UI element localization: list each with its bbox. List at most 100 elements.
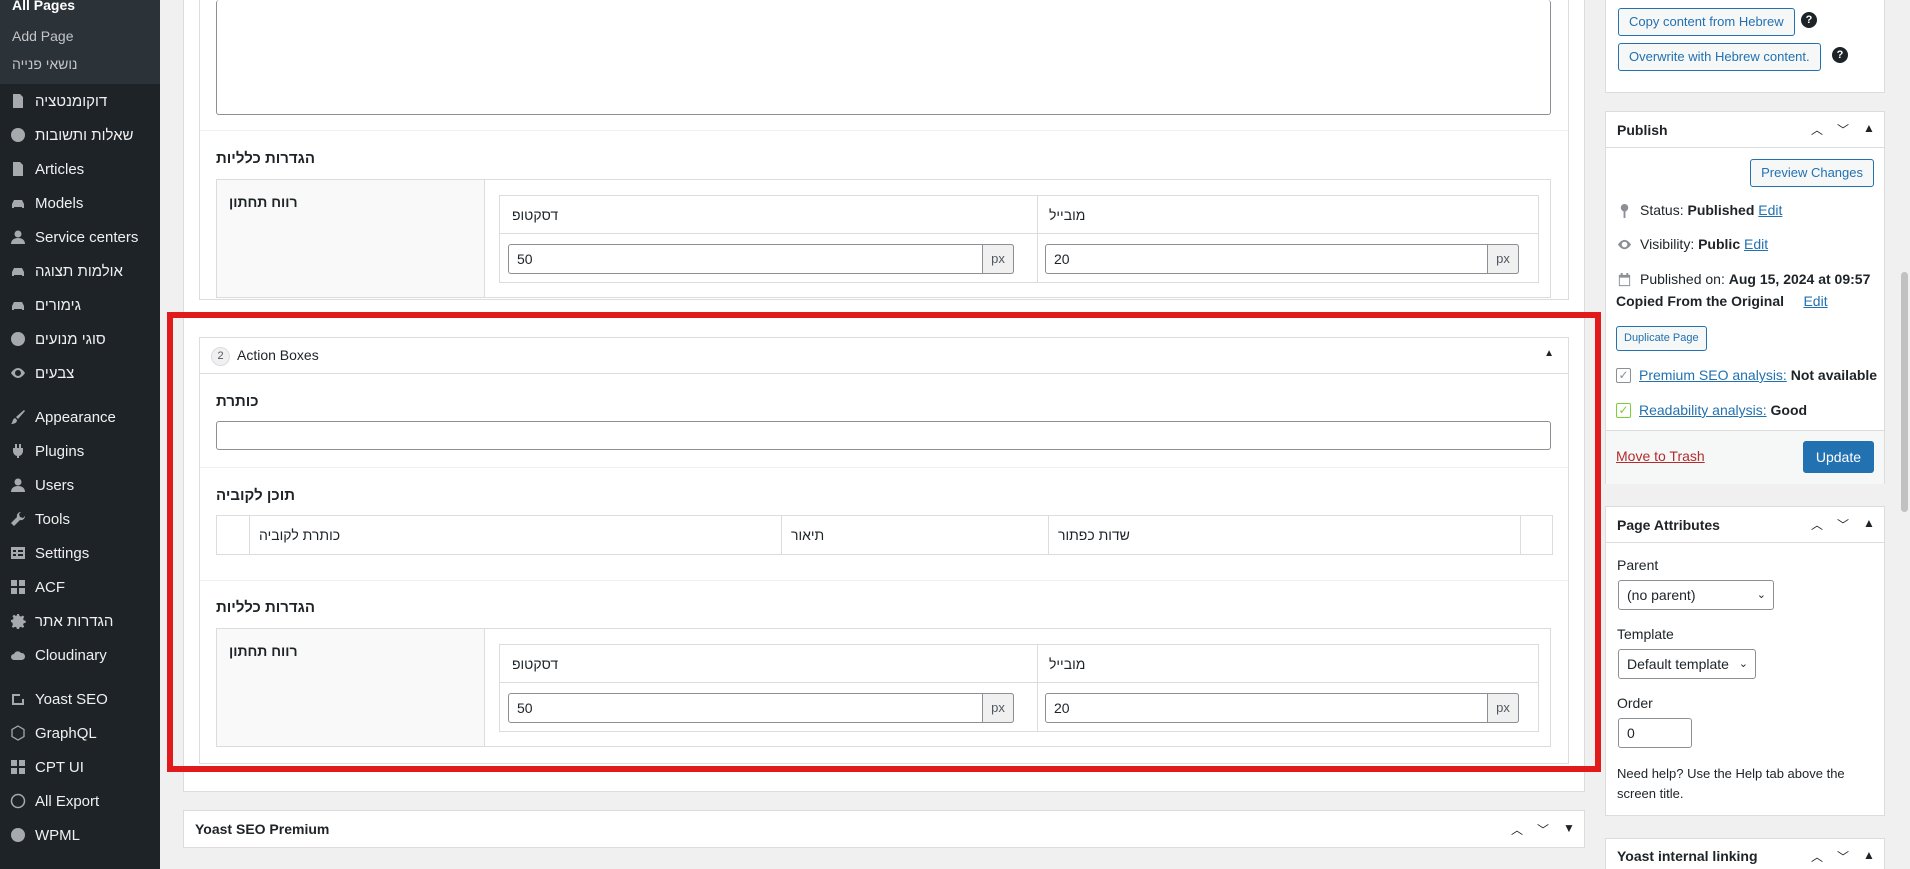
sidebar-item-label: שאלות ותשובות [35, 126, 134, 144]
plugin-icon [9, 442, 27, 460]
heading-field-input[interactable] [216, 421, 1551, 450]
brush-icon [9, 408, 27, 426]
move-down-icon[interactable]: ﹀ [1836, 121, 1850, 138]
copied-from-original: Copied From the Original [1616, 293, 1785, 309]
readability-analysis-link[interactable]: Readability analysis: [1639, 402, 1767, 418]
submenu-add-page[interactable]: Add Page [0, 22, 160, 50]
sidebar-item-label: Articles [35, 160, 85, 178]
chevron-down-icon: ⌄ [1738, 658, 1748, 670]
sidebar-item-9[interactable]: Appearance [0, 400, 160, 434]
submenu-all-pages[interactable]: All Pages [0, 0, 160, 12]
general-settings-table-2: רווח תחתון דסקטופ מובייל 50 px 20 px [216, 628, 1551, 747]
sidebar-item-18[interactable]: GraphQL [0, 716, 160, 750]
duplicate-page-button[interactable]: Duplicate Page [1616, 326, 1707, 351]
toggle-panel-icon[interactable]: ▼ [1562, 821, 1576, 838]
sidebar-item-10[interactable]: Plugins [0, 434, 160, 468]
sidebar-item-2[interactable]: Articles [0, 152, 160, 186]
move-down-icon[interactable]: ﹀ [1836, 516, 1850, 533]
copy-content-button[interactable]: Copy content from Hebrew [1618, 8, 1795, 36]
yoast-premium-metabox: Yoast SEO Premium ︿ ﹀ ▼ [183, 810, 1585, 848]
visibility-row: Visibility: Public Edit [1616, 236, 1768, 252]
mobile-spacing-input[interactable]: 20 px [1045, 693, 1519, 723]
desktop-spacing-input[interactable]: 50 px [508, 244, 1014, 274]
calendar-icon [1616, 271, 1632, 287]
bottom-spacing-label: רווח תחתון [229, 194, 298, 210]
column-button-fields: שדות כפתור [1058, 527, 1130, 543]
sidebar-item-21[interactable]: WPML [0, 818, 160, 852]
mobile-spacing-input[interactable]: 20 px [1045, 244, 1519, 274]
move-down-icon[interactable]: ﹀ [1536, 821, 1550, 838]
user-icon [9, 476, 27, 494]
overwrite-content-button[interactable]: Overwrite with Hebrew content. [1618, 43, 1821, 71]
readability-row: ✓ Readability analysis: Good [1616, 402, 1807, 418]
template-select[interactable]: Default template ⌄ [1618, 649, 1756, 679]
sidebar-item-7[interactable]: סוגי מנועים [0, 322, 160, 356]
template-value: Default template [1627, 656, 1729, 672]
wpml-translation-box: Copy content from Hebrew ? Overwrite wit… [1605, 0, 1885, 93]
help-icon[interactable]: ? [1832, 47, 1848, 63]
sidebar-item-label: ACF [35, 578, 65, 596]
document-icon [9, 160, 27, 178]
parent-select[interactable]: (no parent) ⌄ [1618, 580, 1774, 610]
sidebar-item-label: Service centers [35, 228, 139, 246]
premium-seo-analysis-link[interactable]: Premium SEO analysis: [1639, 367, 1787, 383]
edit-status-link[interactable]: Edit [1758, 202, 1782, 218]
sidebar-item-20[interactable]: All Export [0, 784, 160, 818]
yoast-premium-title[interactable]: Yoast SEO Premium [195, 821, 329, 837]
move-up-icon[interactable]: ︿ [1810, 121, 1824, 138]
visibility-value: Public [1698, 236, 1741, 252]
edit-visibility-link[interactable]: Edit [1744, 236, 1768, 252]
help-icon[interactable]: ? [1801, 12, 1817, 28]
sidebar-item-6[interactable]: גימורים [0, 288, 160, 322]
toggle-panel-icon[interactable]: ▲ [1862, 516, 1876, 533]
toggle-panel-icon[interactable]: ▲ [1862, 848, 1876, 865]
sidebar-item-1[interactable]: שאלות ותשובות [0, 118, 160, 152]
collapse-arrow-icon[interactable]: ▲ [1544, 348, 1554, 359]
sidebar-item-14[interactable]: ACF [0, 570, 160, 604]
published-on-label: Published on: [1640, 271, 1725, 287]
mobile-header: מובייל [1037, 645, 1539, 683]
sidebar-item-11[interactable]: Users [0, 468, 160, 502]
content-textarea[interactable] [216, 0, 1551, 115]
sidebar-item-label: צבעים [35, 364, 75, 382]
toggle-panel-icon[interactable]: ▲ [1862, 121, 1876, 138]
action-boxes-header[interactable]: 2 Action Boxes ▲ [200, 338, 1568, 374]
scrollbar-thumb[interactable] [1901, 272, 1908, 512]
cloud-icon [9, 646, 27, 664]
move-up-icon[interactable]: ︿ [1810, 516, 1824, 533]
window-scrollbar[interactable] [1899, 0, 1910, 869]
sidebar-item-15[interactable]: הגדרות אתר [0, 604, 160, 638]
sidebar-item-0[interactable]: דוקומנטציה [0, 84, 160, 118]
desktop-spacing-value: 50 [517, 700, 533, 716]
eye-icon [9, 364, 27, 382]
sidebar-item-19[interactable]: CPT UI [0, 750, 160, 784]
edit-copy-link[interactable]: Edit [1803, 293, 1827, 309]
move-up-icon[interactable]: ︿ [1510, 821, 1524, 838]
wpml-icon [9, 826, 27, 844]
desktop-header: דסקטופ [500, 196, 1037, 234]
submenu-inquiry-topics[interactable]: נושאי פנייה [0, 50, 160, 78]
sidebar-item-3[interactable]: Models [0, 186, 160, 220]
order-input[interactable]: 0 [1618, 718, 1692, 748]
move-up-icon[interactable]: ︿ [1810, 848, 1824, 865]
metabox-controls: ︿ ﹀ ▼ [1510, 821, 1576, 838]
row-separator [200, 580, 1568, 581]
cube-content-label: תוכן לקוביה [216, 487, 296, 504]
sidebar-item-12[interactable]: Tools [0, 502, 160, 536]
status-value: Published [1687, 202, 1755, 218]
yoast-internal-linking-title[interactable]: Yoast internal linking [1617, 848, 1758, 864]
sidebar-item-8[interactable]: צבעים [0, 356, 160, 390]
chevron-down-icon: ⌄ [1756, 589, 1766, 601]
preview-changes-button[interactable]: Preview Changes [1750, 159, 1874, 187]
update-button[interactable]: Update [1802, 441, 1874, 473]
column-divider [1037, 645, 1038, 731]
desktop-spacing-value: 50 [517, 251, 533, 267]
desktop-spacing-input[interactable]: 50 px [508, 693, 1014, 723]
move-to-trash-link[interactable]: Move to Trash [1616, 448, 1705, 464]
sidebar-item-17[interactable]: Yoast SEO [0, 682, 160, 716]
sidebar-item-4[interactable]: Service centers [0, 220, 160, 254]
sidebar-item-13[interactable]: Settings [0, 536, 160, 570]
move-down-icon[interactable]: ﹀ [1836, 848, 1850, 865]
sidebar-item-5[interactable]: אולמות תצוגה [0, 254, 160, 288]
sidebar-item-16[interactable]: Cloudinary [0, 638, 160, 672]
